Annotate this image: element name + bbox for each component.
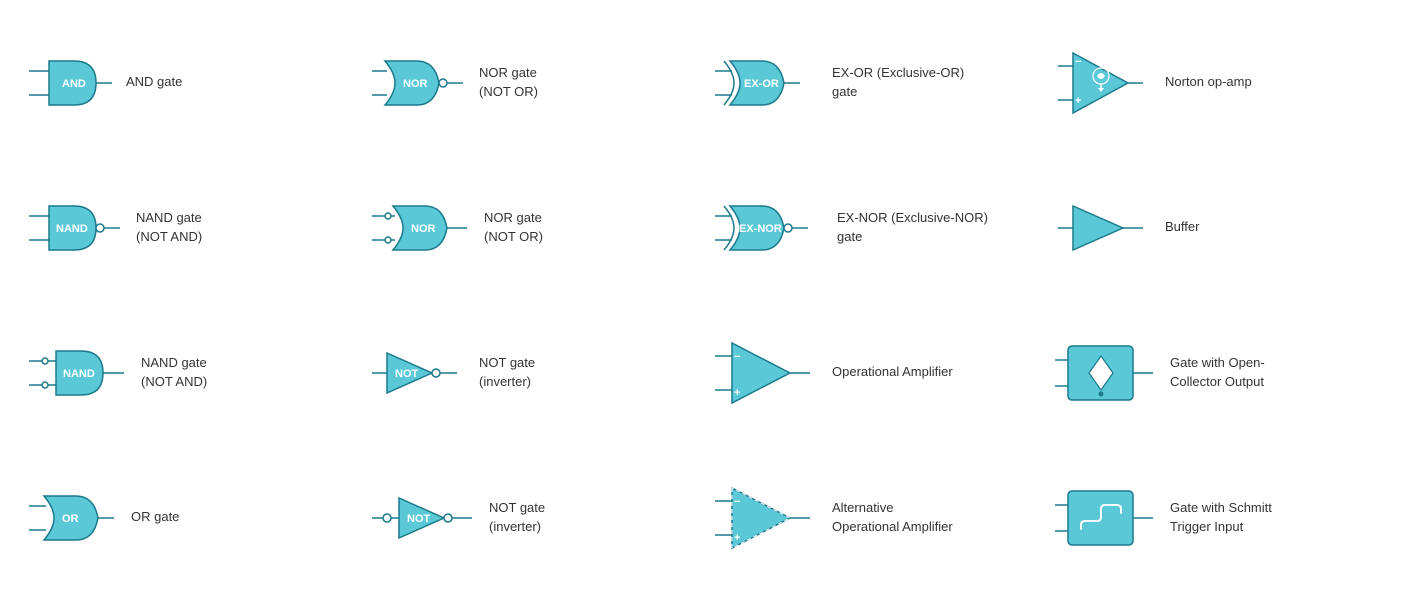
svg-text:AND: AND (62, 78, 86, 90)
or-gate-symbol: OR (24, 488, 119, 548)
cell-nand-gate-2: NAND NAND gate(NOT AND) (20, 300, 363, 445)
buffer-symbol (1053, 198, 1153, 258)
svg-text:NAND: NAND (63, 368, 95, 380)
cell-schmitt: Gate with SchmittTrigger Input (1049, 445, 1392, 590)
svg-text:−: − (734, 351, 740, 363)
cell-norton-opamp: − + Norton op-amp (1049, 10, 1392, 155)
svg-text:NAND: NAND (56, 223, 88, 235)
exnor-gate-symbol: EX-NOR (710, 198, 825, 258)
exor-gate-symbol: EX-OR (710, 53, 820, 113)
schmitt-label: Gate with SchmittTrigger Input (1170, 499, 1272, 535)
cell-or-gate: OR OR gate (20, 445, 363, 590)
svg-text:NOT: NOT (395, 368, 419, 380)
not-gate-2-symbol: NOT (367, 488, 477, 548)
alt-opamp-label: AlternativeOperational Amplifier (832, 499, 953, 535)
nand-gate-1-label: NAND gate(NOT AND) (136, 209, 202, 245)
not-gate-1-label: NOT gate(inverter) (479, 354, 535, 390)
svg-text:OR: OR (62, 513, 79, 525)
not-gate-1-symbol: NOT (367, 343, 467, 403)
cell-not-gate-1: NOT NOT gate(inverter) (363, 300, 706, 445)
open-collector-label: Gate with Open-Collector Output (1170, 354, 1265, 390)
opamp-label: Operational Amplifier (832, 363, 953, 381)
svg-text:+: + (734, 387, 740, 399)
svg-text:+: + (1075, 95, 1081, 107)
nor-gate-2-label: NOR gate(NOT OR) (484, 209, 543, 245)
cell-exor-gate: EX-OR EX-OR (Exclusive-OR)gate (706, 10, 1049, 155)
cell-and-gate: AND AND gate (20, 10, 363, 155)
svg-text:−: − (734, 496, 740, 508)
and-gate-label: AND gate (126, 73, 182, 91)
exnor-gate-label: EX-NOR (Exclusive-NOR)gate (837, 209, 988, 245)
svg-text:NOT: NOT (407, 513, 431, 525)
or-gate-label: OR gate (131, 508, 179, 526)
not-gate-2-label: NOT gate(inverter) (489, 499, 545, 535)
nand-gate-2-symbol: NAND (24, 343, 129, 403)
nor-gate-2-symbol: NOR (367, 198, 472, 258)
open-collector-symbol (1053, 338, 1158, 408)
alt-opamp-symbol: − + (710, 483, 820, 553)
svg-text:−: − (1075, 56, 1081, 68)
cell-opamp: − + Operational Amplifier (706, 300, 1049, 445)
buffer-label: Buffer (1165, 218, 1199, 236)
norton-opamp-label: Norton op-amp (1165, 73, 1252, 91)
norton-opamp-symbol: − + (1053, 48, 1153, 118)
nor-gate-symbol: NOR (367, 53, 467, 113)
opamp-symbol: − + (710, 338, 820, 408)
cell-nor-gate-1: NOR NOR gate(NOT OR) (363, 10, 706, 155)
cell-exnor-gate: EX-NOR EX-NOR (Exclusive-NOR)gate (706, 155, 1049, 300)
svg-text:NOR: NOR (403, 78, 428, 90)
nor-gate-1-label: NOR gate(NOT OR) (479, 64, 538, 100)
svg-text:+: + (734, 532, 740, 544)
nand-gate-1-symbol: NAND (24, 198, 124, 258)
schmitt-symbol (1053, 483, 1158, 553)
and-gate-symbol: AND (24, 53, 114, 113)
cell-buffer: Buffer (1049, 155, 1392, 300)
cell-not-gate-2: NOT NOT gate(inverter) (363, 445, 706, 590)
main-grid: AND AND gate NOR NOR gate(NOT OR) (0, 0, 1412, 600)
cell-nand-gate-1: NAND NAND gate(NOT AND) (20, 155, 363, 300)
svg-text:NOR: NOR (411, 223, 436, 235)
svg-text:EX-OR: EX-OR (744, 78, 779, 90)
cell-alt-opamp: − + AlternativeOperational Amplifier (706, 445, 1049, 590)
cell-open-collector: Gate with Open-Collector Output (1049, 300, 1392, 445)
cell-nor-gate-2: NOR NOR gate(NOT OR) (363, 155, 706, 300)
nand-gate-2-label: NAND gate(NOT AND) (141, 354, 207, 390)
svg-text:EX-NOR: EX-NOR (739, 223, 782, 235)
exor-gate-label: EX-OR (Exclusive-OR)gate (832, 64, 964, 100)
